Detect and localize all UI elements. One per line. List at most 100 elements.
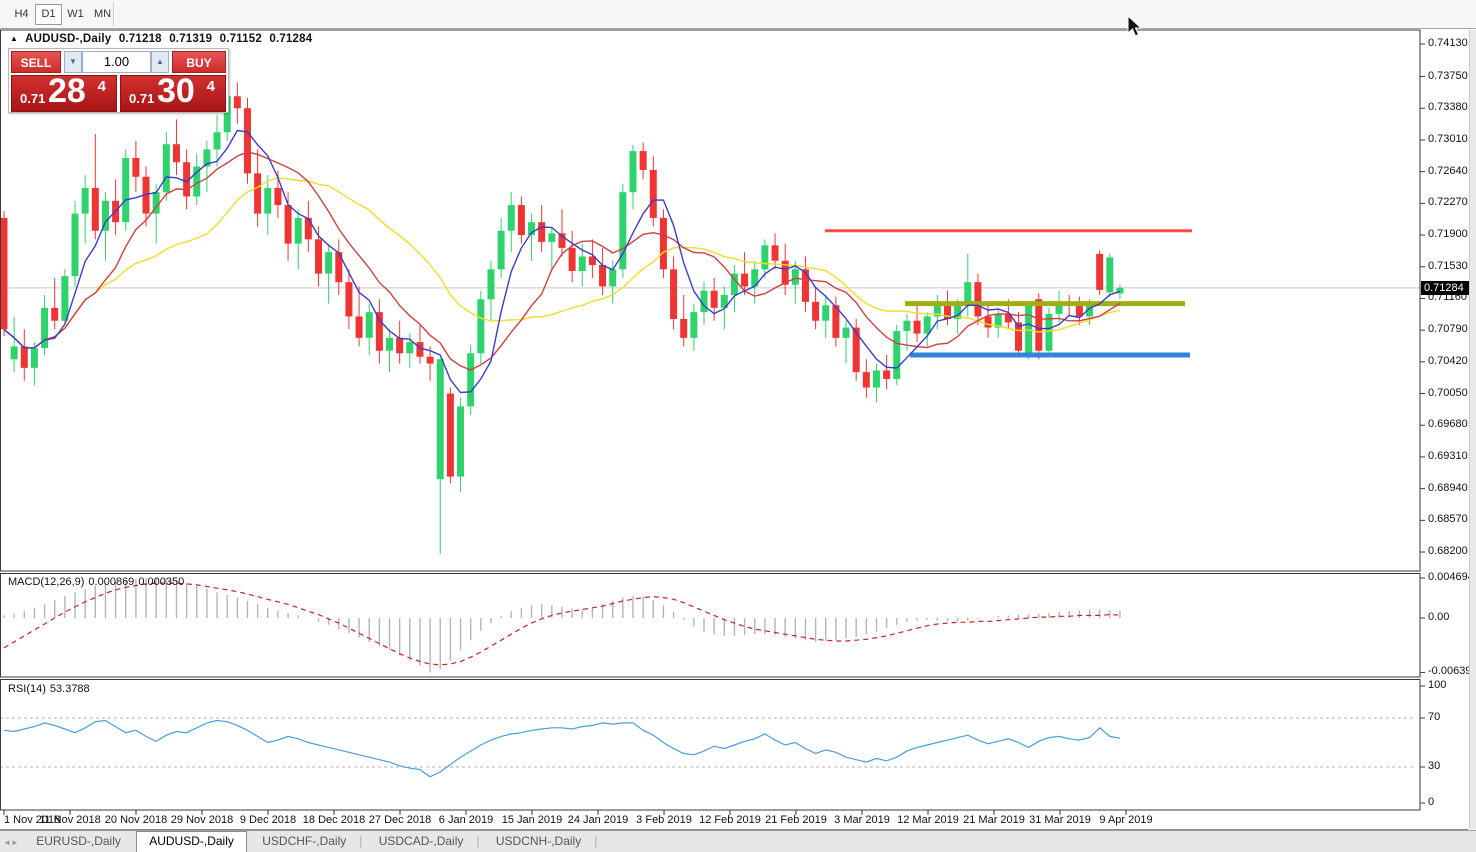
candle-bear [538,222,545,242]
candle-bear [356,316,363,337]
price-axis-label: 0.69680 [1428,418,1468,430]
volume-decrease-button[interactable]: ▼ [64,51,82,73]
candle-bear [1096,254,1103,290]
candle-bear [447,394,454,477]
time-axis-label: 15 Jan 2019 [502,814,563,826]
price-axis-label: 0.70050 [1428,387,1468,399]
price-axis-label: 0.71530 [1428,260,1468,272]
time-axis-label: 3 Mar 2019 [834,814,890,826]
candle-bear [1,218,8,329]
tab-separator: | [475,834,480,848]
candle-bear [883,370,890,379]
candle-bull [609,269,616,286]
candle-bear [274,188,281,205]
tab-usdchf[interactable]: USDCHF-,Daily [250,832,358,852]
rsi-axis-label: 100 [1428,679,1446,691]
candle-bull [487,269,494,299]
candle-bull [122,158,129,222]
candle-bull [690,312,697,338]
candle-bull [903,321,910,331]
rsi-axis-label: 30 [1428,760,1440,772]
tab-audusd[interactable]: AUDUSD-,Daily [136,831,247,852]
price-axis-label: 0.73750 [1428,70,1468,82]
moving-average-line [4,178,1120,348]
time-axis-label: 21 Feb 2019 [765,814,827,826]
candle-bull [11,346,18,359]
time-axis-label: 24 Jan 2019 [568,814,629,826]
time-axis-label: 12 Feb 2019 [699,814,761,826]
buy-button[interactable]: BUY [172,51,226,73]
candle-bear [741,274,748,287]
candle-bull [548,233,555,242]
price-axis-label: 0.68200 [1428,545,1468,557]
price-axis-label: 0.72640 [1428,165,1468,177]
buy-price-panel[interactable]: 0.71 30 4 [120,75,226,112]
sell-price-main: 28 [48,72,86,111]
candle-bear [802,269,809,302]
candle-bear [315,239,322,273]
mouse-cursor-icon [1128,16,1141,36]
tab-usdcnh[interactable]: USDCNH-,Daily [484,832,593,852]
candle-bull [61,276,68,321]
price-chart-canvas[interactable] [0,0,1476,852]
candle-bull [629,151,636,192]
candle-bull [467,353,474,406]
candle-bull [386,338,393,351]
candle-bull [1106,257,1113,292]
symbol-tab-bar: ◄► EURUSD-,Daily AUDUSD-,Daily USDCHF-,D… [0,830,1476,852]
candle-bear [234,96,241,108]
chart-symbol-label: AUDUSD-,Daily [25,33,111,45]
candle-bear [518,205,525,235]
tab-separator: | [593,834,598,848]
tab-scroll-icons[interactable]: ◄► [0,834,21,847]
candle-bull [31,348,38,368]
candle-bull [843,328,850,338]
candle-bear [51,308,58,321]
panel-border [1,680,1421,811]
sell-price-panel[interactable]: 0.71 28 4 [11,75,117,112]
ohlc-close: 0.71284 [269,33,312,45]
candle-bear [569,248,576,271]
candle-bull [264,188,271,214]
candle-bear [427,357,434,364]
candle-bull [792,269,799,284]
candle-bear [345,282,352,316]
candle-bull [72,214,79,277]
candle-bull [406,342,413,353]
volume-increase-button[interactable]: ▲ [151,51,169,73]
moving-average-line [4,152,1120,370]
candle-bear [244,108,251,173]
candle-bear [376,312,383,351]
rsi-line [4,721,1120,777]
candle-bull [822,305,829,320]
one-click-trading-panel: SELL ▼ 1.00 ▲ BUY 0.71 28 4 0.71 30 4 [8,48,229,113]
candle-bull [214,132,221,149]
price-axis-label: 0.73010 [1428,133,1468,145]
candle-bear [305,218,312,239]
candle-bull [457,406,464,476]
candle-bear [660,218,667,269]
candle-bear [92,188,99,231]
tab-usdcad[interactable]: USDCAD-,Daily [367,832,476,852]
rsi-axis-label: 70 [1428,711,1440,723]
candle-bull [437,359,444,479]
candle-bear [132,158,139,177]
candle-bull [873,370,880,387]
candle-bear [254,173,261,213]
volume-input[interactable]: 1.00 [82,51,151,73]
tab-eurusd[interactable]: EURUSD-,Daily [24,832,133,852]
price-axis-label: 0.74130 [1428,37,1468,49]
macd-signal-line [4,583,1120,665]
time-axis-label: 9 Dec 2018 [240,814,296,826]
candle-bear [680,319,687,338]
buy-price-pip: 4 [207,78,215,95]
rsi-axis-label: 0 [1428,796,1434,808]
macd-main-value: 0.000869 [88,576,134,588]
candle-bull [82,188,89,214]
sell-button[interactable]: SELL [11,51,61,73]
candle-bear [812,302,819,321]
candle-bear [285,205,292,244]
candle-bull [508,205,515,231]
ohlc-open: 0.71218 [119,33,162,45]
tab-separator: | [358,834,363,848]
